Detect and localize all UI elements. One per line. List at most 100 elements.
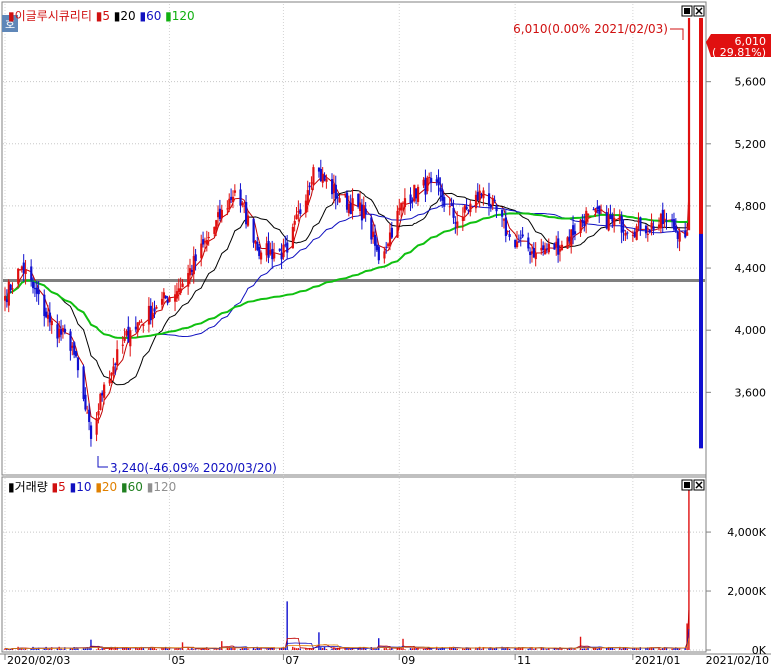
time-tick-label: 05 <box>171 654 185 667</box>
volume-bar <box>47 648 49 650</box>
volume-bar <box>385 647 387 650</box>
candle-body <box>286 242 289 253</box>
candle-body <box>89 425 93 439</box>
candle-body <box>50 320 53 326</box>
volume-bar <box>626 648 628 650</box>
candle-body <box>364 208 367 214</box>
volume-panel-close-icon[interactable] <box>693 479 705 491</box>
volume-panel-restore-icon[interactable] <box>681 479 693 491</box>
volume-bar <box>6 648 8 650</box>
candle-body <box>233 190 237 193</box>
volume-bar <box>463 648 466 650</box>
candle-body <box>220 209 223 219</box>
volume-bar <box>620 649 623 650</box>
candle-body <box>129 330 132 347</box>
volume-bar <box>305 648 307 650</box>
volume-bar <box>508 648 511 650</box>
candle-body <box>373 234 377 246</box>
volume-bar <box>533 649 535 650</box>
volume-bar <box>325 649 328 650</box>
legend-entry: 10 <box>76 480 91 494</box>
candle-body <box>489 205 493 208</box>
candle-body <box>626 232 629 234</box>
volume-bar <box>254 649 257 650</box>
candle-body <box>246 215 250 226</box>
price-legend: ▮이글루시큐리티 ▮5 ▮20 ▮60 ▮120 <box>8 9 195 23</box>
volume-bar <box>480 649 483 650</box>
candle-body <box>194 254 197 262</box>
legend-entry: 5 <box>58 480 66 494</box>
stock-chart-window: 3,600 4,000 4,400 4,800 5,200 5,600 0K 2,000K 4… <box>0 0 771 667</box>
candle-body <box>179 288 182 293</box>
current-price-change: ( 29.81%) <box>712 46 766 59</box>
candle-body <box>390 227 394 238</box>
volume-bar <box>402 638 404 650</box>
candle-body <box>437 177 440 186</box>
volume-bar <box>387 649 389 650</box>
candle-body <box>95 418 98 435</box>
candle-body <box>527 237 530 249</box>
candle-body <box>678 232 681 242</box>
candle-body <box>493 199 496 202</box>
legend-entry: 120 <box>172 9 195 23</box>
candle-body <box>30 266 33 281</box>
volume-bar <box>411 648 414 650</box>
volume-bar <box>22 649 25 650</box>
legend-entry: 20 <box>120 9 135 23</box>
volume-bar <box>278 648 281 650</box>
volume-legend: ▮거래량 ▮5 ▮10 ▮20 ▮60 ▮120 <box>8 480 176 494</box>
candle-body <box>241 202 244 206</box>
volume-bar <box>585 648 587 650</box>
volume-bar <box>516 648 518 650</box>
candle-body <box>495 205 498 212</box>
candle-body <box>108 379 111 384</box>
volume-bar <box>673 648 675 650</box>
volume-bar <box>295 648 298 650</box>
axis-range-bar-down <box>699 233 703 449</box>
legend-marker: ▮ <box>161 9 171 23</box>
legend-marker: ▮ <box>92 480 102 494</box>
candle-body <box>622 229 625 232</box>
candle-body <box>155 306 158 309</box>
candle-body <box>573 231 577 235</box>
candle-body <box>278 248 281 251</box>
volume-bar <box>383 648 386 650</box>
volume-bar <box>437 648 440 650</box>
candle-body <box>123 337 126 341</box>
volume-bar <box>613 649 615 650</box>
price-panel-close-icon[interactable] <box>693 5 705 17</box>
candle-body <box>306 190 309 206</box>
legend-marker: ▮ <box>143 480 153 494</box>
candle-body <box>299 209 302 215</box>
volume-bar <box>404 649 406 650</box>
candle-body <box>168 297 171 302</box>
candle-body <box>456 221 459 229</box>
volume-bar <box>189 649 191 650</box>
volume-bar <box>64 647 66 650</box>
candle-body <box>336 197 339 199</box>
candle-body <box>24 269 27 275</box>
volume-bar <box>49 648 51 650</box>
candle-body <box>534 252 537 260</box>
price-panel-restore-icon[interactable] <box>681 5 693 17</box>
candle-body <box>501 209 504 217</box>
volume-bar <box>292 646 294 650</box>
candle-body <box>82 366 85 399</box>
volume-bar <box>318 632 320 650</box>
candle-body <box>661 209 664 225</box>
candle-body <box>644 225 648 234</box>
price-panel-frame <box>1 1 707 476</box>
volume-bar <box>637 649 640 650</box>
candle-body <box>648 229 651 233</box>
candle-body <box>426 177 429 192</box>
candle-body <box>646 233 650 235</box>
volume-bar <box>112 649 115 650</box>
candle-body <box>452 207 455 218</box>
volume-bar <box>492 648 494 650</box>
volume-bar <box>389 648 391 650</box>
candle-body <box>478 190 481 201</box>
volume-bar <box>265 649 268 650</box>
time-tick-label: 2020/02/03 <box>7 654 70 667</box>
volume-bar <box>624 648 627 650</box>
candle-body <box>652 226 655 231</box>
